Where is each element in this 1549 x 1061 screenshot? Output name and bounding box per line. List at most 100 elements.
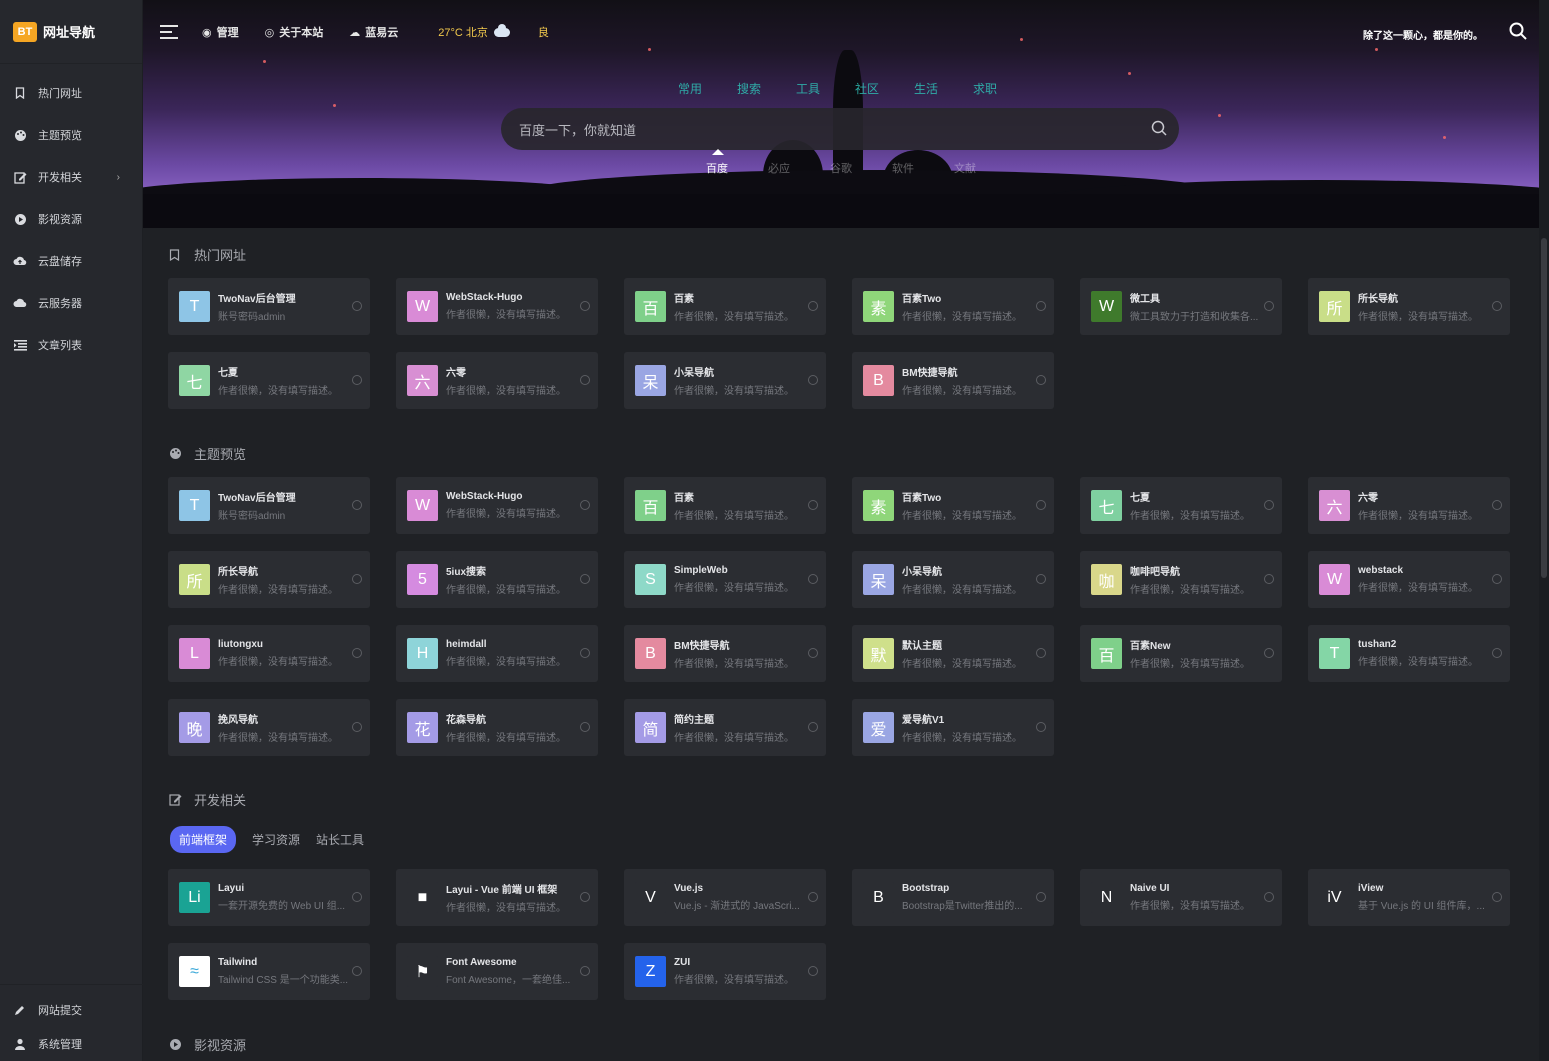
open-link-icon[interactable] [1036,301,1046,311]
open-link-icon[interactable] [352,966,362,976]
brand-logo[interactable]: BT 网址导航 [0,0,142,64]
site-card[interactable]: 七七夏 作者很懒，没有填写描述。 [1080,477,1282,534]
site-card[interactable]: W WebStack-Hugo 作者很懒，没有填写描述。 [396,477,598,534]
tab-search[interactable]: 搜索 [737,80,796,97]
sidebar-item-video[interactable]: 影视资源 [0,198,142,240]
open-link-icon[interactable] [808,892,818,902]
open-link-icon[interactable] [580,574,590,584]
site-card[interactable]: iV iView 基于 Vue.js 的 UI 组件库，... [1308,869,1510,926]
open-link-icon[interactable] [808,375,818,385]
site-card[interactable]: 晚挽风导航 作者很懒，没有填写描述。 [168,699,370,756]
site-card[interactable]: Lliutongxu 作者很懒，没有填写描述。 [168,625,370,682]
open-link-icon[interactable] [1036,722,1046,732]
open-link-icon[interactable] [352,574,362,584]
menu-toggle-button[interactable] [160,25,178,39]
open-link-icon[interactable] [352,500,362,510]
engine-software[interactable]: 软件 [892,160,954,176]
sidebar-item-hot[interactable]: 热门网址 [0,72,142,114]
site-card[interactable]: 爱爱导航V1 作者很懒，没有填写描述。 [852,699,1054,756]
open-link-icon[interactable] [1264,500,1274,510]
open-link-icon[interactable] [808,574,818,584]
open-link-icon[interactable] [808,966,818,976]
open-link-icon[interactable] [352,892,362,902]
tab-jobs[interactable]: 求职 [973,80,1032,97]
open-link-icon[interactable] [808,722,818,732]
open-link-icon[interactable] [1036,500,1046,510]
site-card[interactable]: S SimpleWeb 作者很懒，没有填写描述。 [624,551,826,608]
site-card[interactable]: Wwebstack 作者很懒，没有填写描述。 [1308,551,1510,608]
open-link-icon[interactable] [1492,500,1502,510]
site-card[interactable]: 所所长导航 作者很懒，没有填写描述。 [1308,278,1510,335]
site-card[interactable]: B Bootstrap Bootstrap是Twitter推出的... [852,869,1054,926]
search-input[interactable]: 百度一下，你就知道 [501,108,1179,150]
engine-google[interactable]: 谷歌 [830,160,892,176]
site-card[interactable]: 花花森导航 作者很懒，没有填写描述。 [396,699,598,756]
site-card[interactable]: 5 5iux搜索 作者很懒，没有填写描述。 [396,551,598,608]
site-card[interactable]: T TwoNav后台管理 账号密码admin [168,477,370,534]
tab-community[interactable]: 社区 [855,80,914,97]
open-link-icon[interactable] [1492,892,1502,902]
open-link-icon[interactable] [1036,892,1046,902]
tab-tools[interactable]: 工具 [796,80,855,97]
open-link-icon[interactable] [580,500,590,510]
site-card[interactable]: B BM快捷导航 作者很懒，没有填写描述。 [624,625,826,682]
site-card[interactable]: 七七夏 作者很懒，没有填写描述。 [168,352,370,409]
site-card[interactable]: 六六零 作者很懒，没有填写描述。 [1308,477,1510,534]
open-link-icon[interactable] [1492,574,1502,584]
site-card[interactable]: 所所长导航 作者很懒，没有填写描述。 [168,551,370,608]
open-link-icon[interactable] [580,648,590,658]
manage-link[interactable]: ◉ 管理 [202,24,239,40]
site-card[interactable]: N Naive UI 作者很懒，没有填写描述。 [1080,869,1282,926]
site-card[interactable]: W WebStack-Hugo 作者很懒，没有填写描述。 [396,278,598,335]
site-card[interactable]: B BM快捷导航 作者很懒，没有填写描述。 [852,352,1054,409]
open-link-icon[interactable] [352,375,362,385]
site-card[interactable]: W 微工具 微工具致力于打造和收集各... [1080,278,1282,335]
sidebar-item-theme[interactable]: 主题预览 [0,114,142,156]
sidebar-item-admin[interactable]: 系统管理 [0,1027,143,1061]
engine-papers[interactable]: 文献 [954,160,1016,176]
site-card[interactable]: Z ZUI 作者很懒，没有填写描述。 [624,943,826,1000]
site-card[interactable]: Li Layui 一套开源免费的 Web UI 组... [168,869,370,926]
engine-baidu[interactable]: 百度 [706,160,768,176]
subtab-learning[interactable]: 学习资源 [252,831,300,848]
subtab-frontend[interactable]: 前端框架 [170,826,237,853]
sidebar-item-submit[interactable]: 网站提交 [0,993,143,1027]
site-card[interactable]: ⚑ Font Awesome Font Awesome，一套绝佳... [396,943,598,1000]
site-card[interactable]: 素百素Two 作者很懒，没有填写描述。 [852,278,1054,335]
open-link-icon[interactable] [808,301,818,311]
open-link-icon[interactable] [1264,648,1274,658]
tab-life[interactable]: 生活 [914,80,973,97]
site-card[interactable]: 呆小呆导航 作者很懒，没有填写描述。 [852,551,1054,608]
site-card[interactable]: 咖咖啡吧导航 作者很懒，没有填写描述。 [1080,551,1282,608]
open-link-icon[interactable] [1036,574,1046,584]
site-card[interactable]: Hheimdall 作者很懒，没有填写描述。 [396,625,598,682]
open-link-icon[interactable] [580,375,590,385]
sidebar-item-dev[interactable]: 开发相关 › [0,156,142,198]
site-card[interactable]: Ttushan2 作者很懒，没有填写描述。 [1308,625,1510,682]
site-card[interactable]: 呆小呆导航 作者很懒，没有填写描述。 [624,352,826,409]
site-card[interactable]: 百百素 作者很懒，没有填写描述。 [624,278,826,335]
site-card[interactable]: V Vue.js Vue.js - 渐进式的 JavaScri... [624,869,826,926]
site-card[interactable]: 简简约主题 作者很懒，没有填写描述。 [624,699,826,756]
open-link-icon[interactable] [580,301,590,311]
site-card[interactable]: 百百素New 作者很懒，没有填写描述。 [1080,625,1282,682]
open-link-icon[interactable] [1036,375,1046,385]
site-card[interactable]: 百百素 作者很懒，没有填写描述。 [624,477,826,534]
open-link-icon[interactable] [1264,574,1274,584]
open-link-icon[interactable] [1036,648,1046,658]
scrollbar-thumb[interactable] [1541,238,1547,578]
open-link-icon[interactable] [808,648,818,658]
open-link-icon[interactable] [580,892,590,902]
subtab-webmaster[interactable]: 站长工具 [316,831,364,848]
lanyiyun-link[interactable]: ☁ 蓝易云 [349,24,398,40]
sidebar-item-cloud-storage[interactable]: 云盘储存 [0,240,142,282]
site-card[interactable]: 默默认主题 作者很懒，没有填写描述。 [852,625,1054,682]
sidebar-item-articles[interactable]: 文章列表 [0,324,142,366]
site-card[interactable]: T TwoNav后台管理 账号密码admin [168,278,370,335]
open-link-icon[interactable] [352,648,362,658]
open-link-icon[interactable] [1264,301,1274,311]
open-link-icon[interactable] [580,966,590,976]
site-card[interactable]: ■ Layui - Vue 前端 UI 框架 作者很懒，没有填写描述。 [396,869,598,926]
open-link-icon[interactable] [352,301,362,311]
open-link-icon[interactable] [808,500,818,510]
